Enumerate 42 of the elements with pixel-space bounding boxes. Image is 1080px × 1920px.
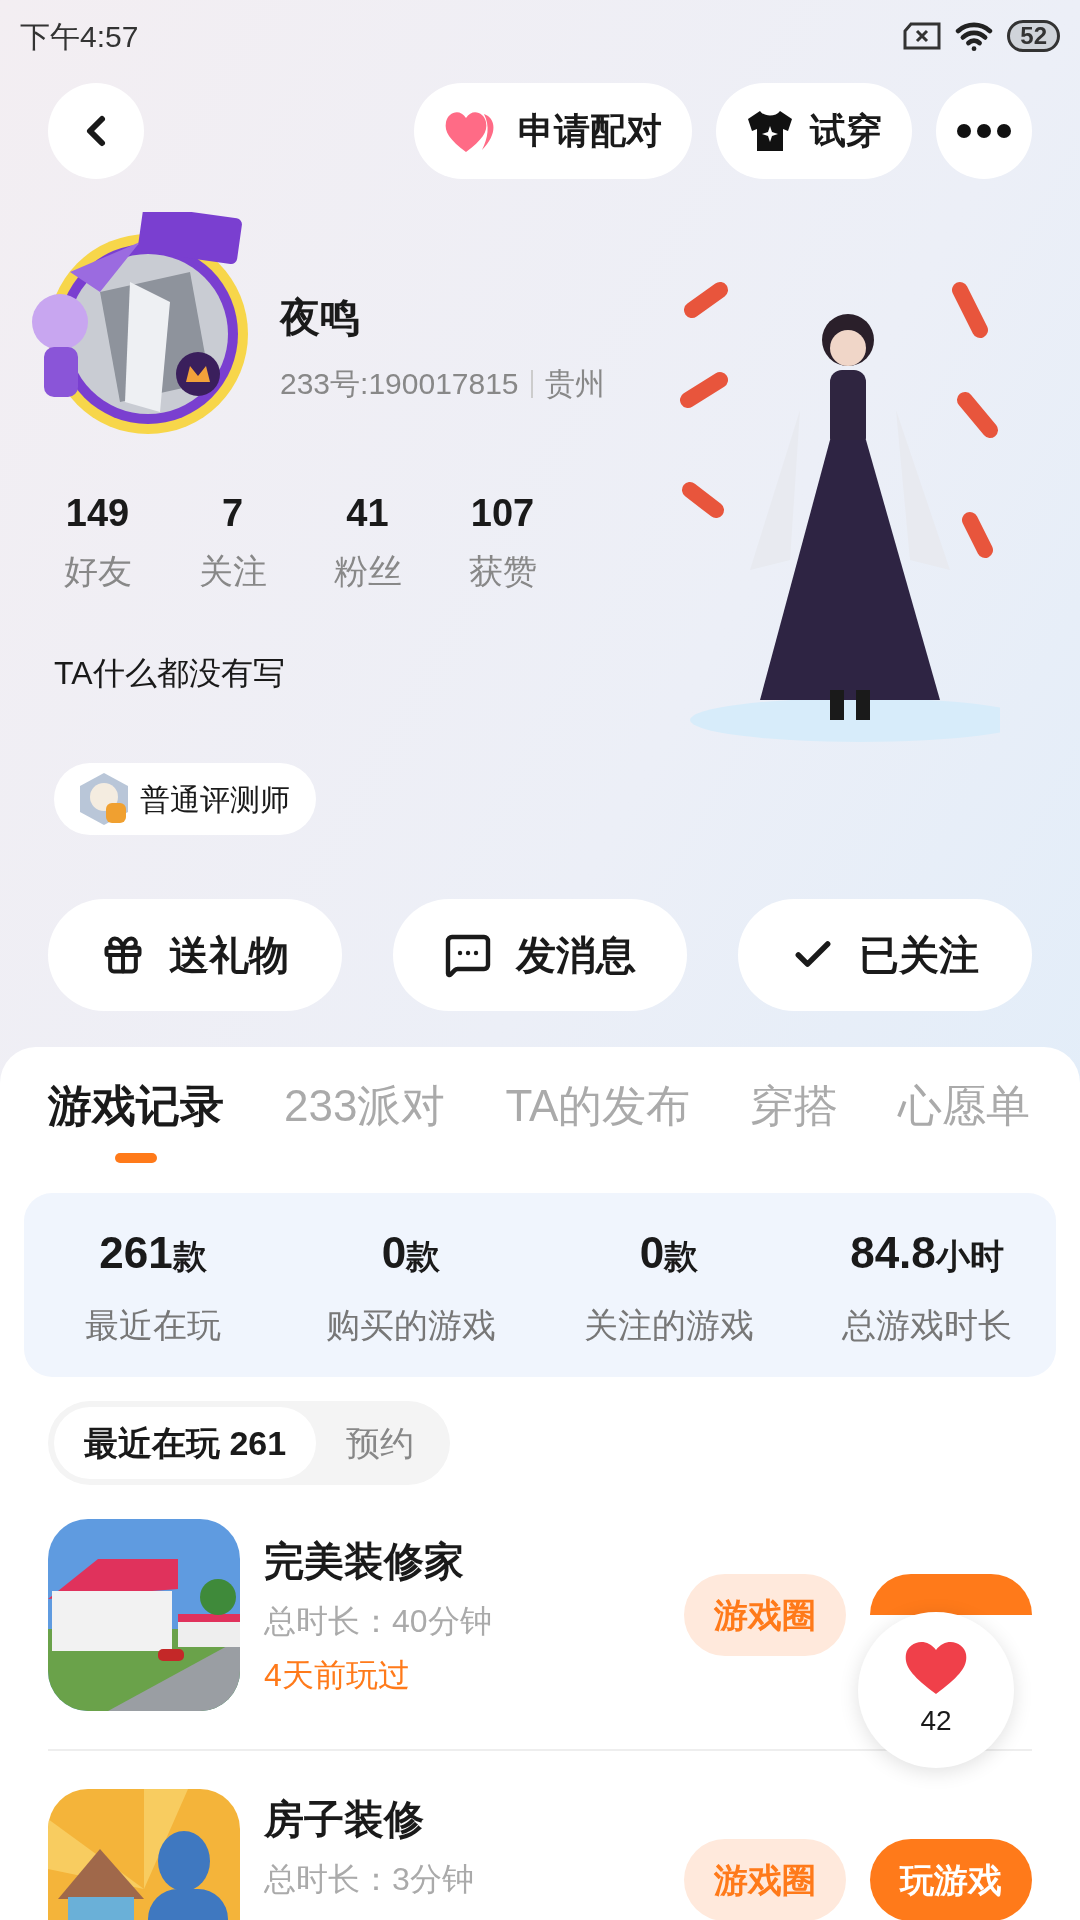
game-title: 完美装修家 <box>264 1538 465 1585</box>
bio-text: TA什么都没有写 <box>54 654 286 693</box>
stat-value: 41 <box>346 491 389 536</box>
summary-label: 关注的游戏 <box>584 1304 754 1346</box>
stat-label: 粉丝 <box>333 551 402 592</box>
profile-tab[interactable]: 游戏记录 <box>48 1073 224 1163</box>
stat-value: 107 <box>470 491 535 536</box>
summary-unit: 小时 <box>935 1235 1004 1277</box>
more-icon <box>957 124 1011 138</box>
user-location: 贵州 <box>544 366 605 402</box>
like-count: 42 <box>920 1704 952 1738</box>
user-id: 233号:190017815 <box>280 366 519 402</box>
title-badge: 普通评测师 <box>54 763 316 835</box>
segment-tab[interactable]: 最近在玩 261 <box>54 1407 317 1479</box>
user-name: 夜鸣 <box>280 294 361 341</box>
last-played: 4天前玩过 <box>264 1656 411 1695</box>
play-duration: 总时长：3分钟 <box>264 1860 475 1899</box>
sim-icon <box>903 22 942 50</box>
stat-label: 好友 <box>63 551 132 592</box>
summary-unit: 款 <box>406 1235 441 1277</box>
pair-request-button[interactable]: 申请配对 <box>414 83 692 179</box>
summary-unit: 款 <box>664 1235 699 1277</box>
stat-label: 关注 <box>198 551 267 592</box>
send-message-button[interactable]: 发消息 <box>393 899 687 1011</box>
summary-value: 261 <box>99 1226 173 1279</box>
summary-label: 最近在玩 <box>85 1304 221 1346</box>
play-duration: 总时长：40分钟 <box>264 1602 493 1641</box>
try-on-button[interactable]: 试穿 <box>716 83 912 179</box>
stat-value: 7 <box>221 491 244 536</box>
summary-value: 84.8 <box>850 1226 936 1279</box>
stat-label: 获赞 <box>468 551 537 592</box>
stat-value: 149 <box>65 491 130 536</box>
followed-button[interactable]: 已关注 <box>738 899 1032 1011</box>
send-gift-button[interactable]: 送礼物 <box>48 899 342 1011</box>
status-time: 下午4:57 <box>20 18 139 55</box>
summary-label: 总游戏时长 <box>842 1304 1012 1346</box>
summary-unit: 款 <box>172 1235 207 1277</box>
shirt-icon <box>746 109 794 153</box>
summary-label: 购买的游戏 <box>326 1304 496 1346</box>
game-title: 房子装修 <box>264 1796 425 1843</box>
reviewer-badge-icon <box>78 771 130 827</box>
battery-indicator: 52 <box>1007 20 1060 52</box>
